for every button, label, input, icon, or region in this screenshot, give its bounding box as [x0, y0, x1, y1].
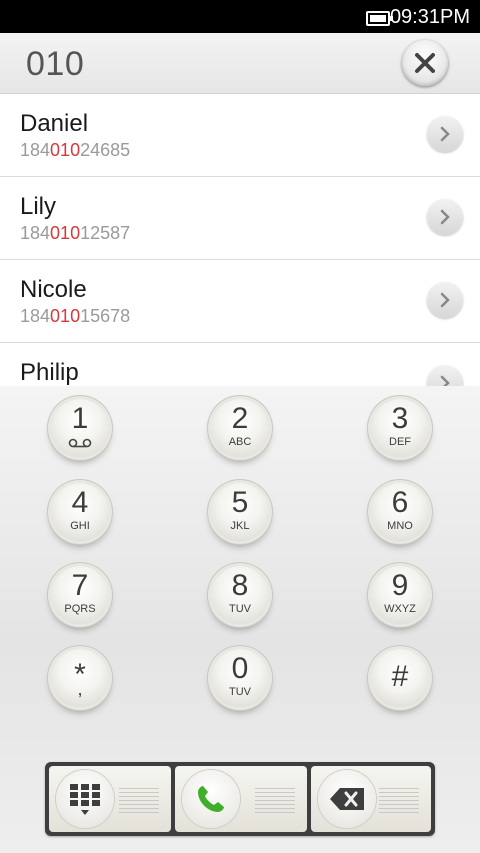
- button-circle: [318, 770, 376, 828]
- key-7[interactable]: 7 PQRS: [51, 566, 109, 624]
- number-suffix: 24685: [80, 140, 131, 160]
- key-digit: #: [391, 660, 409, 693]
- key-hash[interactable]: #: [371, 649, 429, 707]
- contact-number: 18401012587: [20, 223, 130, 244]
- contact-number: 18401015678: [20, 306, 130, 327]
- key-letters: DEF: [389, 436, 411, 448]
- contact-row[interactable]: Nicole 18401015678: [0, 260, 480, 343]
- number-suffix: 15678: [80, 306, 131, 326]
- number-match-highlight: 010: [50, 223, 81, 243]
- key-8[interactable]: 8 TUV: [211, 566, 269, 624]
- voicemail-icon: [68, 438, 92, 448]
- key-letters: TUV: [229, 603, 251, 615]
- key-letters: JKL: [230, 520, 250, 532]
- contact-row[interactable]: Lily 18401012587: [0, 177, 480, 260]
- dialed-number-field[interactable]: 010: [26, 45, 84, 84]
- contact-results-list: Daniel 18401024685 Lily 18401012587 Nico…: [0, 94, 480, 386]
- dialer-action-bar: [45, 762, 435, 836]
- key-digit: 0: [231, 652, 249, 685]
- button-texture: [119, 788, 159, 814]
- button-circle: [182, 770, 240, 828]
- button-circle: [56, 770, 114, 828]
- button-texture: [379, 788, 419, 814]
- key-5[interactable]: 5 JKL: [211, 483, 269, 541]
- key-4[interactable]: 4 GHI: [51, 483, 109, 541]
- contact-number: 18401024685: [20, 140, 130, 161]
- toggle-keypad-button[interactable]: [49, 766, 171, 832]
- key-digit: 9: [391, 569, 409, 602]
- contact-detail-button[interactable]: [427, 365, 463, 386]
- number-prefix: 184: [20, 223, 51, 243]
- key-letters: GHI: [70, 520, 90, 532]
- key-letters: WXYZ: [384, 603, 416, 615]
- chevron-right-icon: [440, 292, 450, 308]
- key-3[interactable]: 3 DEF: [371, 399, 429, 457]
- number-prefix: 184: [20, 140, 51, 160]
- dialpad-icon: [70, 784, 100, 815]
- number-match-highlight: 010: [50, 140, 81, 160]
- button-texture: [255, 788, 295, 814]
- call-button[interactable]: [175, 766, 307, 832]
- key-1[interactable]: 1: [51, 399, 109, 457]
- status-time: 09:31PM: [389, 6, 470, 28]
- key-letters: TUV: [229, 686, 251, 698]
- chevron-right-icon: [440, 375, 450, 386]
- clear-button[interactable]: [402, 40, 448, 86]
- contact-name: Lily: [20, 193, 57, 220]
- key-9[interactable]: 9 WXYZ: [371, 566, 429, 624]
- phone-icon: [198, 786, 224, 812]
- key-6[interactable]: 6 MNO: [371, 483, 429, 541]
- key-digit: 6: [391, 486, 409, 519]
- contact-row[interactable]: Daniel 18401024685: [0, 94, 480, 177]
- chevron-right-icon: [440, 126, 450, 142]
- contact-detail-button[interactable]: [427, 116, 463, 152]
- key-digit: 3: [391, 402, 409, 435]
- key-star[interactable]: * ,: [51, 649, 109, 707]
- key-letters: PQRS: [64, 603, 96, 615]
- number-suffix: 12587: [80, 223, 131, 243]
- close-icon: [415, 53, 435, 73]
- battery-icon: [366, 11, 393, 26]
- contact-row[interactable]: Philip: [0, 343, 480, 386]
- contact-name: Philip: [20, 359, 79, 386]
- key-digit: 5: [231, 486, 249, 519]
- key-letters: MNO: [387, 520, 413, 532]
- key-digit: 8: [231, 569, 249, 602]
- contact-detail-button[interactable]: [427, 282, 463, 318]
- key-0[interactable]: 0 TUV: [211, 649, 269, 707]
- status-bar: 09:31PM: [0, 0, 480, 33]
- number-match-highlight: 010: [50, 306, 81, 326]
- key-digit: 2: [231, 402, 249, 435]
- key-2[interactable]: 2 ABC: [211, 399, 269, 457]
- key-digit: 4: [71, 486, 89, 519]
- backspace-button[interactable]: [311, 766, 431, 832]
- key-letters: ,: [77, 679, 83, 699]
- key-digit: 7: [71, 569, 89, 602]
- key-digit: 1: [71, 402, 89, 435]
- backspace-icon: [330, 788, 364, 810]
- dial-header: 010: [0, 33, 480, 94]
- contact-name: Daniel: [20, 110, 89, 137]
- chevron-right-icon: [440, 209, 450, 225]
- key-letters: ABC: [228, 436, 252, 448]
- contact-name: Nicole: [20, 276, 87, 303]
- contact-detail-button[interactable]: [427, 199, 463, 235]
- number-prefix: 184: [20, 306, 51, 326]
